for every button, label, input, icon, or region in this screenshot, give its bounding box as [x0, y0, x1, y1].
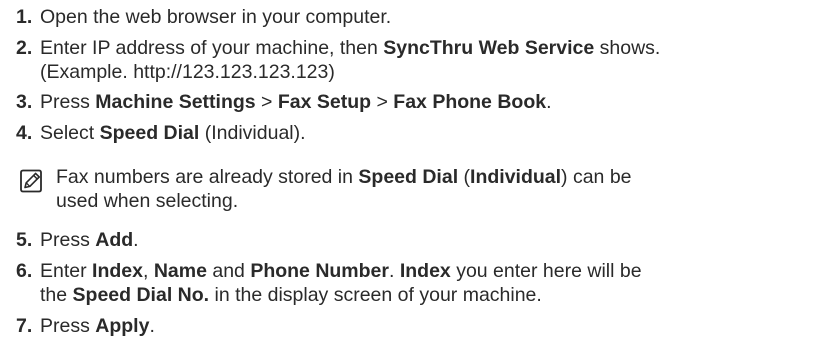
ui-term: Phone Number	[250, 260, 389, 282]
step-number: 3.	[16, 91, 33, 113]
text-segment: .	[389, 260, 400, 282]
text-segment: Open the web browser in your computer.	[40, 6, 392, 28]
step-5: 5. Press Add.	[16, 228, 806, 252]
step-number: 7.	[16, 315, 33, 337]
ui-term: Fax Setup	[277, 91, 372, 113]
ui-term: SyncThru Web Service	[383, 37, 595, 59]
text-segment: and	[206, 260, 251, 282]
instruction-document: 1. Open the web browser in your computer…	[0, 0, 816, 352]
step-line: the Speed Dial No. in the display screen…	[40, 283, 642, 307]
text-segment: shows.	[594, 37, 661, 59]
step-number: 1.	[16, 6, 33, 28]
ui-term: Speed Dial	[99, 122, 200, 144]
step-line: Open the web browser in your computer.	[40, 5, 391, 29]
text-segment: >	[371, 91, 394, 113]
text-segment: .	[546, 91, 552, 113]
step-6: 6. Enter Index, Name and Phone Number. I…	[16, 259, 806, 307]
step-3: 3. Press Machine Settings > Fax Setup > …	[16, 90, 806, 114]
ui-term: Individual	[470, 166, 562, 188]
text-segment: used when selecting.	[56, 190, 239, 212]
ui-term: Speed Dial No.	[72, 284, 210, 306]
text-segment: ,	[142, 260, 154, 282]
text-segment: Fax numbers are already stored in	[56, 166, 359, 188]
text-segment: ) can be	[561, 166, 632, 188]
text-segment: you enter here will be	[450, 260, 642, 282]
ui-term: Fax Phone Book	[393, 91, 547, 113]
note-text: Fax numbers are already stored in Speed …	[56, 165, 632, 213]
ui-term: Index	[92, 260, 143, 282]
text-segment: .	[133, 229, 139, 251]
step-text: Press Add.	[40, 228, 139, 252]
text-segment: Press	[40, 315, 96, 337]
ui-term: Index	[399, 260, 451, 282]
text-segment: >	[255, 91, 278, 113]
step-line: Select Speed Dial (Individual).	[40, 121, 306, 145]
text-segment: Press	[40, 229, 96, 251]
ui-term: Add	[95, 229, 134, 251]
step-number: 5.	[16, 229, 33, 251]
step-text: Enter Index, Name and Phone Number. Inde…	[40, 259, 642, 307]
ui-term: Apply	[95, 315, 150, 337]
step-4: 4. Select Speed Dial (Individual).	[16, 121, 806, 145]
text-segment: (	[458, 166, 471, 188]
ui-term: Name	[153, 260, 207, 282]
text-segment: Press	[40, 91, 96, 113]
step-line: Enter Index, Name and Phone Number. Inde…	[40, 259, 642, 283]
text-segment: Select	[40, 122, 100, 144]
text-segment: in the display screen of your machine.	[209, 284, 542, 306]
note-pencil-icon	[18, 168, 44, 194]
example-url: (Example. http://123.123.123.123)	[40, 61, 335, 83]
step-text: Enter IP address of your machine, then S…	[40, 36, 660, 84]
text-segment: .	[149, 315, 155, 337]
text-segment: the	[40, 284, 73, 306]
step-text: Open the web browser in your computer.	[40, 5, 391, 29]
ui-term: Speed Dial	[358, 166, 459, 188]
step-text: Press Apply.	[40, 314, 155, 338]
text-segment: (Individual).	[199, 122, 306, 144]
step-line: Press Machine Settings > Fax Setup > Fax…	[40, 90, 552, 114]
step-number: 6.	[16, 260, 33, 282]
text-segment: Enter IP address of your machine, then	[40, 37, 384, 59]
note-line: Fax numbers are already stored in Speed …	[56, 165, 632, 189]
step-1: 1. Open the web browser in your computer…	[16, 5, 806, 29]
step-2: 2. Enter IP address of your machine, the…	[16, 36, 806, 84]
ui-term: Machine Settings	[95, 91, 256, 113]
step-text: Press Machine Settings > Fax Setup > Fax…	[40, 90, 552, 114]
step-line: Press Add.	[40, 228, 139, 252]
step-text: Select Speed Dial (Individual).	[40, 121, 306, 145]
step-number: 2.	[16, 37, 33, 59]
step-line: Press Apply.	[40, 314, 155, 338]
step-line: (Example. http://123.123.123.123)	[40, 60, 660, 84]
text-segment: Enter	[40, 260, 93, 282]
step-7: 7. Press Apply.	[16, 314, 806, 338]
step-number: 4.	[16, 122, 33, 144]
note-line: used when selecting.	[56, 189, 632, 213]
step-line: Enter IP address of your machine, then S…	[40, 36, 660, 60]
